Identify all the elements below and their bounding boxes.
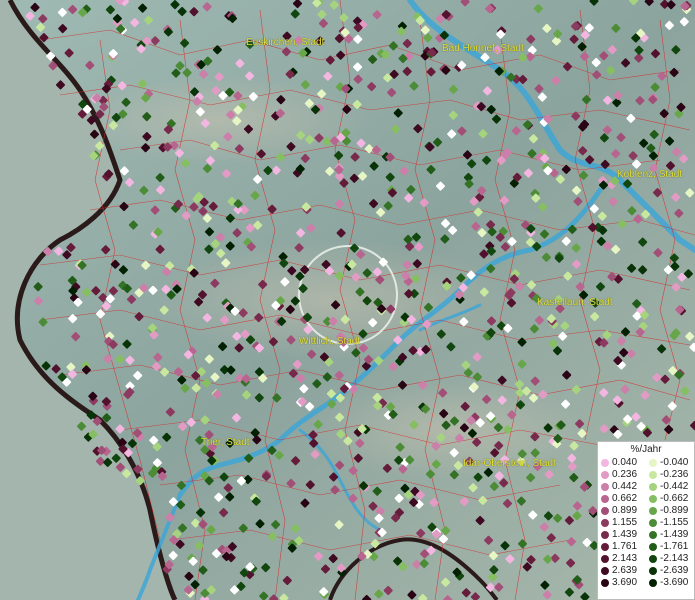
legend-swatch (601, 459, 609, 467)
legend-row: 1.439 -1.439 (598, 529, 694, 541)
legend-swatch (649, 531, 657, 539)
legend-label: 1.761 (612, 541, 638, 552)
legend-swatch (601, 507, 609, 515)
legend-label: 0.899 (612, 505, 638, 516)
legend-title: %/Jahr (630, 444, 662, 455)
legend-entry-negative: -0.442 (646, 481, 694, 493)
legend-label: -0.662 (660, 493, 689, 504)
legend-swatch (649, 543, 657, 551)
legend-swatch (649, 567, 657, 575)
legend-entry-negative: -0.040 (646, 457, 694, 469)
legend-entry-positive: 2.639 (598, 565, 646, 577)
legend-swatch (601, 519, 609, 527)
legend-entry-negative: -1.761 (646, 541, 694, 553)
legend-label: -1.761 (660, 541, 689, 552)
legend-swatch (601, 495, 609, 503)
legend-label: -3.690 (660, 577, 689, 588)
legend-row: 0.662 -0.662 (598, 493, 694, 505)
legend-swatch (601, 555, 609, 563)
place-label-euskirchen: Euskirchen, Stadt (246, 37, 325, 48)
legend-row: 0.899 -0.899 (598, 505, 694, 517)
legend-label: -2.143 (660, 553, 689, 564)
place-label-koblenz: Koblenz, Stadt (617, 169, 683, 180)
legend-row: 1.155 -1.155 (598, 517, 694, 529)
legend-label: 1.439 (612, 529, 638, 540)
legend-entry-negative: -1.439 (646, 529, 694, 541)
legend-entry-negative: -2.143 (646, 553, 694, 565)
legend-label: 0.040 (612, 457, 638, 468)
legend-swatch (649, 471, 657, 479)
legend-row: 2.143 -2.143 (598, 553, 694, 565)
legend-swatch (649, 555, 657, 563)
legend-swatch (601, 543, 609, 551)
place-label-idar-oberstein: Idar-Oberstein, Stadt (463, 458, 556, 469)
legend-rows: 0.040 -0.040 0.236 -0.236 0.442 -0.442 0.662 -0… (598, 457, 694, 589)
legend-entry-positive: 0.236 (598, 469, 646, 481)
legend-label: -0.040 (660, 457, 689, 468)
legend-label: -0.442 (660, 481, 689, 492)
legend-swatch (601, 579, 609, 587)
legend-swatch (601, 483, 609, 491)
legend-entry-positive: 1.155 (598, 517, 646, 529)
legend-entry-positive: 0.899 (598, 505, 646, 517)
legend-swatch (649, 507, 657, 515)
legend-entry-negative: -0.899 (646, 505, 694, 517)
legend-entry-positive: 0.040 (598, 457, 646, 469)
legend-swatch (649, 459, 657, 467)
legend-label: -0.236 (660, 469, 689, 480)
legend-label: 0.236 (612, 469, 638, 480)
place-label-kastellaun: Kastellaun, Stadt (537, 297, 613, 308)
legend-swatch (649, 519, 657, 527)
legend-row: 0.236 -0.236 (598, 469, 694, 481)
legend-entry-positive: 3.690 (598, 577, 646, 589)
legend-entry-positive: 0.442 (598, 481, 646, 493)
legend-label: 0.442 (612, 481, 638, 492)
legend-label: 0.662 (612, 493, 638, 504)
legend-swatch (649, 495, 657, 503)
legend-label: 2.143 (612, 553, 638, 564)
legend-entry-positive: 1.761 (598, 541, 646, 553)
legend-entry-positive: 2.143 (598, 553, 646, 565)
place-label-wittlich: Wittlich, Stadt (299, 336, 361, 347)
legend-entry-negative: -2.639 (646, 565, 694, 577)
legend-swatch (601, 471, 609, 479)
legend-entry-positive: 1.439 (598, 529, 646, 541)
legend-row: 0.040 -0.040 (598, 457, 694, 469)
place-label-trier: Trier, Stadt (201, 437, 250, 448)
legend: %/Jahr 0.040 -0.040 0.236 -0.236 0.442 -0.442… (597, 441, 695, 600)
legend-entry-negative: -0.236 (646, 469, 694, 481)
legend-label: -1.439 (660, 529, 689, 540)
legend-entry-positive: 0.662 (598, 493, 646, 505)
legend-swatch (649, 483, 657, 491)
legend-swatch (601, 531, 609, 539)
legend-row: 0.442 -0.442 (598, 481, 694, 493)
legend-row: 1.761 -1.761 (598, 541, 694, 553)
legend-swatch (601, 567, 609, 575)
legend-row: 2.639 -2.639 (598, 565, 694, 577)
legend-row: 3.690 -3.690 (598, 577, 694, 589)
legend-entry-negative: -3.690 (646, 577, 694, 589)
legend-label: 1.155 (612, 517, 638, 528)
legend-label: -0.899 (660, 505, 689, 516)
legend-label: 3.690 (612, 577, 638, 588)
legend-entry-negative: -1.155 (646, 517, 694, 529)
legend-label: -2.639 (660, 565, 689, 576)
legend-label: -1.155 (660, 517, 689, 528)
legend-entry-negative: -0.662 (646, 493, 694, 505)
legend-swatch (649, 579, 657, 587)
legend-label: 2.639 (612, 565, 638, 576)
place-label-bad-honnef: Bad Honnef, Stadt (442, 43, 524, 54)
